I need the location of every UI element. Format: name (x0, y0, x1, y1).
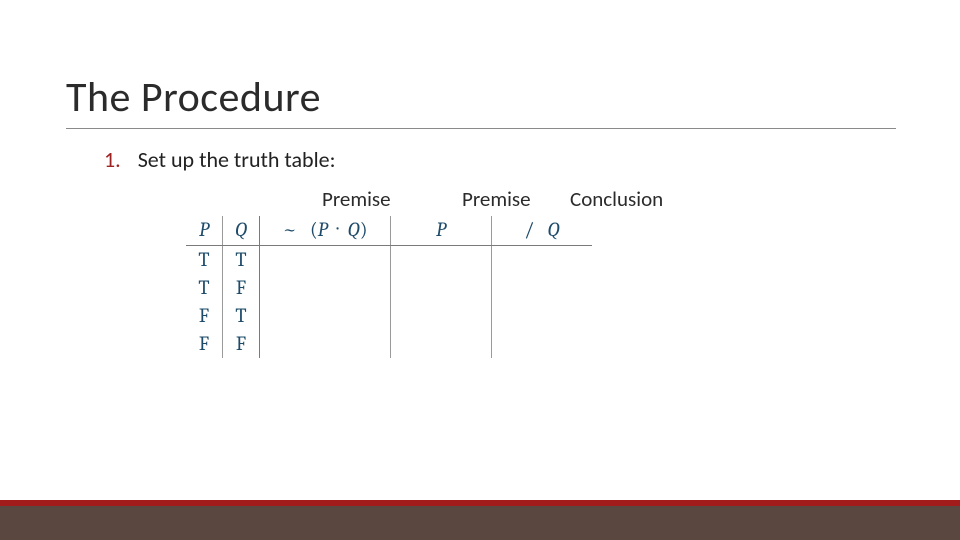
truth-table: P Q ~ (P · Q) P / Q T T (186, 216, 592, 358)
title-underline (66, 128, 896, 129)
paren-close: ) (360, 218, 368, 241)
header-conclusion: / Q (492, 216, 593, 246)
slide: The Procedure 1. Set up the truth table:… (0, 0, 960, 540)
cell-q: T (223, 246, 260, 275)
label-premise-1: Premise (322, 186, 391, 212)
slash-symbol: / (524, 218, 534, 241)
cell-q: F (223, 274, 260, 302)
table-row: T F (186, 274, 592, 302)
step-text: Set up the truth table: (138, 146, 336, 173)
premise1-p: P (318, 218, 328, 241)
neg-symbol: ~ (282, 218, 296, 241)
page-title: The Procedure (66, 72, 321, 123)
cell-premise2 (391, 246, 492, 275)
header-premise2: P (391, 216, 492, 246)
table-header-row: P Q ~ (P · Q) P / Q (186, 216, 592, 246)
cell-conclusion (492, 274, 593, 302)
step-line: 1. Set up the truth table: (104, 146, 336, 173)
label-premise-2: Premise (462, 186, 531, 212)
label-conclusion: Conclusion (570, 186, 663, 212)
cell-premise2 (391, 330, 492, 358)
cell-p: F (186, 302, 223, 330)
cell-p: T (186, 274, 223, 302)
header-q: Q (223, 216, 260, 246)
cell-premise1 (260, 302, 391, 330)
cell-premise1 (260, 330, 391, 358)
cell-premise2 (391, 302, 492, 330)
paren-open: ( (310, 218, 318, 241)
cell-conclusion (492, 246, 593, 275)
truth-table-grid: P Q ~ (P · Q) P / Q T T (186, 216, 592, 358)
header-premise1: ~ (P · Q) (260, 216, 391, 246)
footer-bar (0, 506, 960, 540)
table-row: T T (186, 246, 592, 275)
cell-conclusion (492, 302, 593, 330)
header-p: P (186, 216, 223, 246)
cell-q: F (223, 330, 260, 358)
premise1-q: Q (347, 218, 359, 241)
cell-premise1 (260, 274, 391, 302)
cell-p: F (186, 330, 223, 358)
conclusion-q: Q (547, 218, 559, 241)
cell-premise1 (260, 246, 391, 275)
step-number: 1. (104, 146, 121, 173)
cell-premise2 (391, 274, 492, 302)
dot-symbol: · (336, 216, 338, 239)
cell-p: T (186, 246, 223, 275)
cell-conclusion (492, 330, 593, 358)
table-row: F T (186, 302, 592, 330)
cell-q: T (223, 302, 260, 330)
table-row: F F (186, 330, 592, 358)
